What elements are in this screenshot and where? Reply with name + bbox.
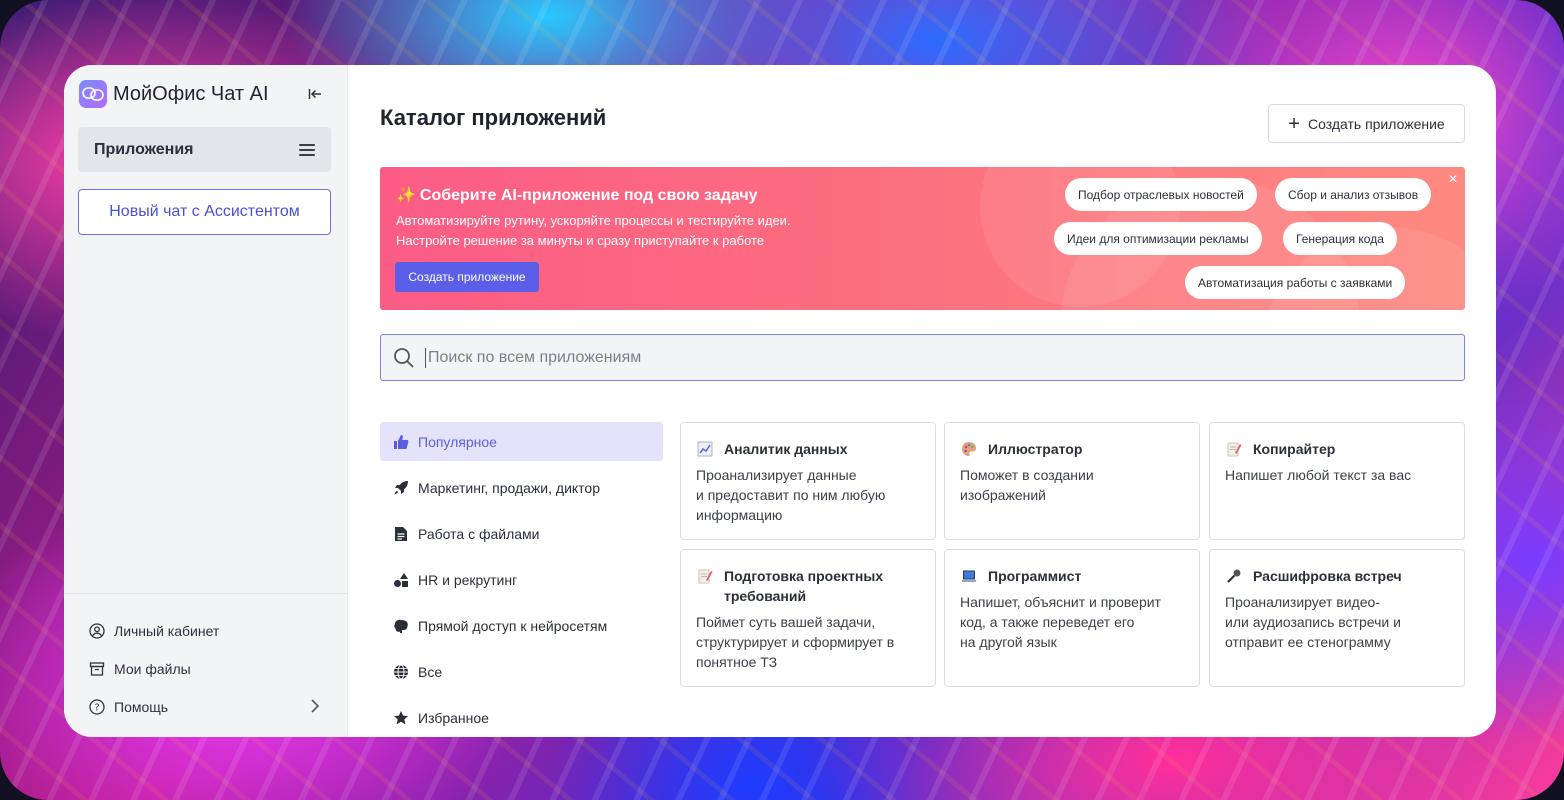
collapse-sidebar-icon[interactable]: [306, 85, 324, 103]
thumbs-up-icon: [392, 433, 410, 451]
app-title: МойОфис Чат AI: [113, 82, 269, 105]
main-content: Каталог приложений + Создать приложение …: [348, 65, 1496, 737]
microphone-icon: [1225, 567, 1243, 585]
sidebar-item-profile[interactable]: Личный кабинет: [64, 612, 348, 650]
plus-icon: +: [1288, 112, 1300, 135]
create-app-button[interactable]: + Создать приложение: [1268, 104, 1465, 143]
card-title: Подготовка проектных требований: [724, 568, 884, 604]
card-title: Копирайтер: [1253, 441, 1336, 457]
sidebar: МойОфис Чат AI Приложения Новый чат с Ас…: [64, 65, 348, 737]
memo-icon: [1225, 440, 1243, 458]
file-icon: [392, 525, 410, 543]
sidebar-item-label: Помощь: [114, 699, 169, 715]
suggestion-chip[interactable]: Генерация кода: [1283, 222, 1397, 255]
card-description: Поймет суть вашей задачи, структурирует и…: [696, 614, 895, 670]
card-description: Проанализирует данные и предоставит по ни…: [696, 467, 886, 523]
palette-icon: [960, 440, 978, 458]
memo-icon: [696, 567, 714, 585]
category-list: Популярное Маркетинг, продажи, диктор Ра…: [380, 422, 663, 737]
sidebar-item-files[interactable]: Мои файлы: [64, 650, 348, 688]
sidebar-item-help[interactable]: ? Помощь: [64, 688, 348, 726]
laptop-icon: [960, 567, 978, 585]
card-description: Поможет в создании изображений: [960, 467, 1094, 503]
sidebar-item-apps[interactable]: Приложения: [78, 127, 331, 172]
banner-title: ✨ Соберите AI-приложение под свою задачу: [396, 187, 758, 204]
category-marketing[interactable]: Маркетинг, продажи, диктор: [380, 468, 663, 507]
suggestion-chip[interactable]: Автоматизация работы с заявками: [1185, 266, 1406, 299]
create-app-label: Создать приложение: [1307, 115, 1445, 132]
category-popular[interactable]: Популярное: [380, 422, 663, 461]
rocket-icon: [392, 479, 410, 497]
brain-icon: [392, 617, 410, 635]
banner-create-app-button[interactable]: Создать приложение: [395, 262, 539, 292]
banner-description: Автоматизируйте рутину, ускоряйте процес…: [396, 213, 791, 248]
card-title: Иллюстратор: [988, 441, 1083, 457]
category-files[interactable]: Работа с файлами: [380, 514, 663, 553]
globe-icon: [392, 663, 410, 681]
category-hr[interactable]: HR и рекрутинг: [380, 560, 663, 599]
menu-icon[interactable]: [299, 143, 315, 156]
star-icon: [392, 709, 410, 727]
suggestion-chip[interactable]: Сбор и анализ отзывов: [1275, 178, 1432, 211]
archive-icon: [88, 660, 106, 678]
chart-icon: [696, 440, 714, 458]
app-card-illustrator[interactable]: Иллюстратор Поможет в создании изображени…: [944, 422, 1200, 540]
new-chat-button[interactable]: Новый чат с Ассистентом: [78, 189, 331, 235]
search-bar: [380, 334, 1465, 381]
sidebar-footer: Личный кабинет Мои файлы ? Помощь: [64, 593, 348, 726]
app-window: МойОфис Чат AI Приложения Новый чат с Ас…: [64, 65, 1496, 737]
help-circle-icon: ?: [88, 698, 106, 716]
sidebar-item-label: Личный кабинет: [114, 623, 220, 639]
sidebar-item-label: Приложения: [94, 140, 194, 158]
card-description: Напишет, объяснит и проверит код, а также…: [960, 594, 1161, 650]
app-card-copywriter[interactable]: Копирайтер Напишет любой текст за вас: [1209, 422, 1465, 540]
shapes-icon: [392, 571, 410, 589]
category-favorites[interactable]: Избранное: [380, 698, 663, 737]
chevron-right-icon: [310, 698, 320, 719]
app-card-data-analyst[interactable]: Аналитик данных Проанализирует данные и п…: [680, 422, 936, 540]
page-title: Каталог приложений: [380, 105, 607, 130]
close-icon[interactable]: ✕: [1448, 172, 1458, 186]
card-title: Аналитик данных: [724, 441, 848, 457]
app-card-programmer[interactable]: Программист Напишет, объяснит и проверит…: [944, 549, 1200, 687]
app-card-meeting-transcription[interactable]: Расшифровка встреч Проанализирует видео-…: [1209, 549, 1465, 687]
category-neural-access[interactable]: Прямой доступ к нейросетям: [380, 606, 663, 645]
promo-banner: ✨ Соберите AI-приложение под свою задачу …: [380, 167, 1465, 310]
suggestion-chip[interactable]: Идеи для оптимизации рекламы: [1054, 222, 1262, 255]
card-description: Проанализирует видео-или аудиозапись вст…: [1225, 594, 1401, 650]
svg-text:?: ?: [94, 703, 99, 714]
category-all[interactable]: Все: [380, 652, 663, 691]
search-input[interactable]: [425, 347, 1425, 368]
sparkles-icon: ✨: [396, 187, 416, 204]
brand: МойОфис Чат AI: [79, 80, 269, 108]
sidebar-item-label: Мои файлы: [114, 661, 191, 677]
suggestion-chip[interactable]: Подбор отраслевых новостей: [1065, 178, 1257, 211]
search-icon: [393, 347, 415, 369]
card-title: Расшифровка встреч: [1253, 568, 1402, 584]
card-description: Напишет любой текст за вас: [1225, 467, 1412, 483]
app-card-project-requirements[interactable]: Подготовка проектных требований Поймет су…: [680, 549, 936, 687]
user-circle-icon: [88, 622, 106, 640]
card-title: Программист: [988, 568, 1082, 584]
app-logo-icon: [79, 80, 107, 108]
